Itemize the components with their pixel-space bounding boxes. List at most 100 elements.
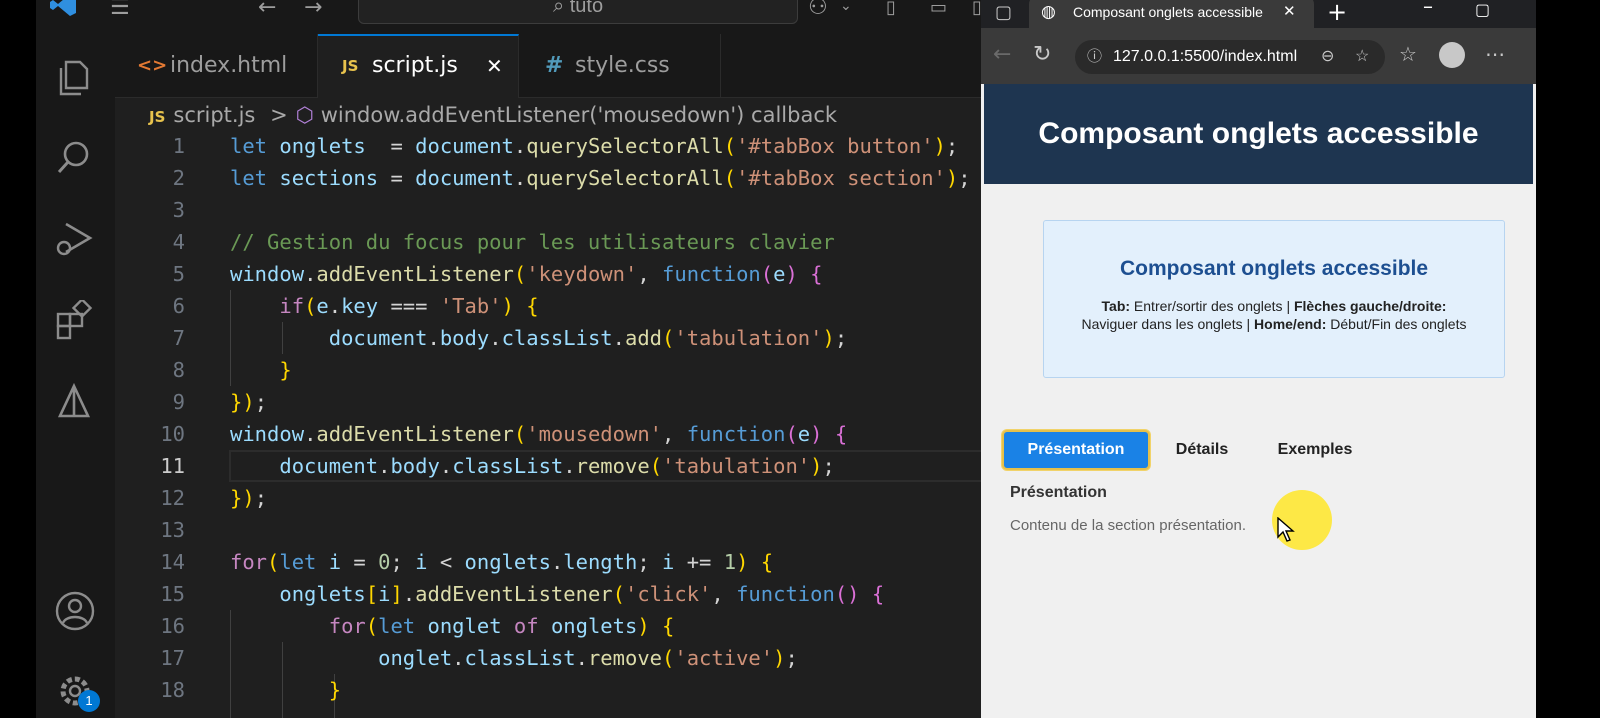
menu-icon[interactable]: ☰: [110, 0, 130, 19]
key-description: Entrer/sortir des onglets |: [1130, 298, 1294, 314]
code-line: 10 window.addEventListener('mousedown', f…: [115, 418, 987, 450]
instructions-title: Composant onglets accessible: [1119, 257, 1429, 280]
editor-area: <> index.html JS script.js ✕ # style.css…: [115, 34, 1000, 718]
copilot-icon[interactable]: ⚇: [808, 0, 828, 19]
code-text: // Gestion du focus pour les utilisateur…: [230, 230, 835, 254]
tab-label: index.html: [170, 53, 288, 78]
vscode-logo-icon[interactable]: [50, 0, 76, 16]
title-bar: ☰ ← → ⌕ tuto ⚇ ⌄ ▯ ▭ ▯: [36, 0, 1000, 34]
code-line: 12});: [115, 482, 987, 514]
code-editor[interactable]: 1 let onglets = document.querySelectorAll…: [115, 130, 1000, 718]
forward-arrow-icon[interactable]: →: [304, 0, 322, 19]
code-line: 14 for(let i = 0; i < onglets.length; i +…: [115, 546, 987, 578]
profile-avatar[interactable]: [1439, 42, 1465, 68]
code-line: 5 window.addEventListener('keydown', func…: [115, 258, 987, 290]
css-file-icon: #: [545, 53, 564, 78]
section-content: Contenu de la section présentation.: [1010, 517, 1246, 534]
code-line: 9});: [115, 386, 987, 418]
close-icon[interactable]: ✕: [486, 36, 503, 96]
zoom-icon[interactable]: ⊖: [1321, 40, 1334, 74]
new-tab-icon[interactable]: +: [1327, 0, 1347, 26]
mouse-cursor-icon: [1277, 517, 1295, 542]
address-bar[interactable]: ⓘ 127.0.0.1:5500/index.html ⊖ ☆: [1075, 40, 1385, 74]
code-line: 8 }: [115, 354, 987, 386]
chevron-down-icon[interactable]: ⌄: [840, 0, 852, 16]
line-number: 11: [160, 454, 185, 478]
extensions-icon[interactable]: [36, 288, 115, 348]
line-number: 7: [172, 326, 185, 350]
tab-examples[interactable]: Exemples: [1260, 430, 1370, 470]
tab-style-css[interactable]: # style.css: [519, 34, 721, 98]
close-tab-icon[interactable]: ✕: [1283, 0, 1296, 28]
url-text: 127.0.0.1:5500/index.html: [1113, 48, 1298, 65]
js-file-icon: JS: [149, 108, 166, 126]
code-line: 15 onglets[i].addEventListener('click', …: [115, 578, 987, 610]
more-menu-icon[interactable]: ⋯: [1485, 42, 1505, 66]
tab-presentation[interactable]: Présentation: [1002, 430, 1150, 470]
code-text: let onglets = document.querySelectorAll(…: [230, 134, 959, 158]
cube-symbol-icon: ⬡: [295, 103, 315, 127]
browser-toolbar: ← ↻ ⓘ 127.0.0.1:5500/index.html ⊖ ☆ ☆ ⋯: [981, 28, 1536, 84]
code-text: if(e.key === 'Tab') {: [279, 294, 539, 318]
tab-actions-icon[interactable]: ▢: [995, 2, 1012, 23]
favorites-icon[interactable]: ☆: [1399, 42, 1417, 66]
tab-index-html[interactable]: <> index.html: [115, 34, 318, 98]
instructions-box: Composant onglets accessible Tab: Entrer…: [1043, 220, 1505, 378]
editor-tabs: <> index.html JS script.js ✕ # style.css: [115, 34, 1000, 98]
key-label: Flèches gauche/droite:: [1293, 298, 1447, 314]
code-text: window.addEventListener('mousedown', fun…: [230, 422, 848, 446]
code-line: 4 // Gestion du focus pour les utilisateu…: [115, 226, 987, 258]
code-text: onglets[i].addEventListener('click', fun…: [279, 582, 885, 606]
breadcrumb-file[interactable]: script.js: [173, 103, 255, 127]
notification-badge: 1: [78, 690, 100, 712]
minimize-icon[interactable]: –: [1423, 0, 1433, 18]
line-number: 16: [160, 614, 185, 638]
explorer-icon[interactable]: [36, 46, 115, 106]
breadcrumb-symbol[interactable]: window.addEventListener('mousedown') cal…: [321, 103, 837, 127]
refresh-icon[interactable]: ↻: [1033, 42, 1051, 67]
search-icon[interactable]: [36, 126, 115, 186]
line-number: 9: [172, 390, 185, 414]
line-number: 15: [160, 582, 185, 606]
line-number: 10: [160, 422, 185, 446]
key-label: Tab:: [1101, 298, 1131, 314]
tab-label: script.js: [372, 53, 458, 78]
account-icon[interactable]: [36, 578, 115, 638]
command-center-search[interactable]: ⌕ tuto: [358, 0, 798, 24]
breadcrumb: JS script.js > ⬡ window.addEventListener('…: [149, 100, 837, 130]
maximize-icon[interactable]: ▢: [1475, 0, 1490, 19]
back-arrow-icon[interactable]: ←: [258, 0, 276, 19]
browser-tab[interactable]: ◍ Composant onglets accessible ✕: [1029, 0, 1314, 28]
back-arrow-icon[interactable]: ←: [993, 42, 1011, 67]
code-line: 13: [115, 514, 987, 546]
code-text: for(let i = 0; i < onglets.length; i += …: [230, 550, 774, 574]
line-number: 6: [172, 294, 185, 318]
search-text: tuto: [569, 0, 604, 17]
run-debug-icon[interactable]: [36, 206, 115, 266]
settings-gear-icon[interactable]: 1: [36, 658, 115, 718]
azure-icon[interactable]: [36, 370, 115, 430]
favorite-star-icon[interactable]: ☆: [1355, 40, 1369, 74]
tab-label: style.css: [575, 53, 670, 78]
key-label: Home/end:: [1254, 316, 1327, 332]
code-line: 1 let onglets = document.querySelectorAll…: [115, 130, 987, 162]
code-text: document.body.classList.add('tabulation'…: [328, 326, 848, 350]
code-text: for(let onglet of onglets) {: [328, 614, 675, 638]
activity-bar: 1: [36, 34, 115, 718]
code-line: 18 }: [115, 674, 987, 706]
layout-sidebar-icon[interactable]: ▯: [886, 0, 896, 18]
code-text: });: [230, 486, 268, 510]
code-text: window.addEventListener('keydown', funct…: [230, 262, 823, 286]
line-number: 5: [172, 262, 185, 286]
code-text: }: [279, 358, 292, 382]
code-line-active: 11 document.body.classList.remove('tabul…: [115, 450, 987, 482]
line-number: 17: [160, 646, 185, 670]
line-number: 12: [160, 486, 185, 510]
layout-panel-icon[interactable]: ▭: [930, 0, 947, 18]
key-description: Début/Fin des onglets: [1326, 316, 1467, 332]
code-text: onglet.classList.remove('active');: [378, 646, 798, 670]
page-header: Composant onglets accessible: [984, 84, 1533, 184]
html-file-icon: <>: [137, 55, 168, 76]
tab-script-js[interactable]: JS script.js ✕: [318, 34, 519, 98]
tab-details[interactable]: Détails: [1152, 430, 1252, 470]
